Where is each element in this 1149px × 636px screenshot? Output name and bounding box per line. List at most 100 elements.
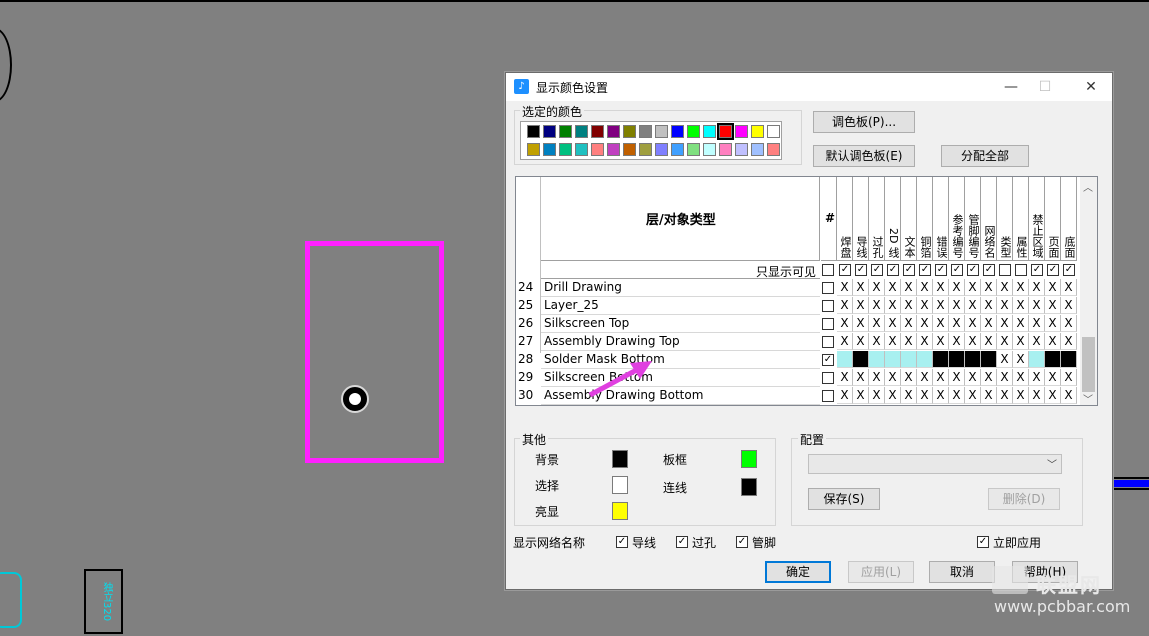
ok-button[interactable]: 确定: [765, 561, 831, 583]
color-swatch[interactable]: [671, 125, 684, 138]
color-cell[interactable]: X: [853, 315, 869, 332]
color-cell[interactable]: X: [853, 387, 869, 404]
layer-enable-checkbox[interactable]: [822, 282, 834, 294]
color-cell[interactable]: X: [1061, 369, 1077, 386]
visible-only-checkbox[interactable]: [1015, 264, 1027, 276]
minimize-icon[interactable]: —: [994, 75, 1028, 99]
column-header[interactable]: 焊盘: [837, 177, 853, 261]
visible-only-checkbox[interactable]: ✓: [919, 264, 931, 276]
color-cell[interactable]: [949, 351, 965, 368]
color-cell[interactable]: X: [1061, 333, 1077, 350]
color-cell[interactable]: X: [933, 369, 949, 386]
color-cell[interactable]: X: [1061, 387, 1077, 404]
color-swatch[interactable]: [767, 125, 780, 138]
color-cell[interactable]: X: [901, 333, 917, 350]
color-cell[interactable]: [965, 351, 981, 368]
column-header[interactable]: 过孔: [869, 177, 885, 261]
color-cell[interactable]: X: [837, 279, 853, 296]
color-cell[interactable]: [1029, 351, 1045, 368]
layer-enable-checkbox[interactable]: [822, 300, 834, 312]
color-cell[interactable]: X: [965, 279, 981, 296]
color-cell[interactable]: X: [869, 369, 885, 386]
color-swatch[interactable]: [607, 125, 620, 138]
color-swatch[interactable]: [655, 125, 668, 138]
color-swatch[interactable]: [735, 143, 748, 156]
color-cell[interactable]: X: [997, 387, 1013, 404]
color-swatch[interactable]: [767, 143, 780, 156]
selection-color-box[interactable]: [612, 476, 628, 494]
visible-only-checkbox[interactable]: [999, 264, 1011, 276]
column-header[interactable]: 参考编号: [949, 177, 965, 261]
color-cell[interactable]: X: [949, 387, 965, 404]
color-swatch[interactable]: [655, 143, 668, 156]
color-cell[interactable]: X: [1013, 369, 1029, 386]
column-header[interactable]: 文本: [901, 177, 917, 261]
color-swatch[interactable]: [717, 123, 734, 140]
color-cell[interactable]: X: [885, 279, 901, 296]
color-swatch[interactable]: [719, 143, 732, 156]
color-cell[interactable]: [837, 351, 853, 368]
column-header[interactable]: 类型: [997, 177, 1013, 261]
visible-only-checkbox[interactable]: ✓: [1063, 264, 1075, 276]
color-cell[interactable]: X: [1013, 297, 1029, 314]
color-cell[interactable]: X: [885, 387, 901, 404]
color-cell[interactable]: X: [853, 333, 869, 350]
apply-immediately-checkbox[interactable]: ✓: [977, 536, 989, 548]
apply-button[interactable]: 应用(L): [848, 561, 914, 583]
column-header[interactable]: 禁止区域: [1029, 177, 1045, 261]
dialog-titlebar[interactable]: ♪ 显示颜色设置 — ☐ ✕: [506, 73, 1112, 101]
color-swatch[interactable]: [639, 143, 652, 156]
color-cell[interactable]: X: [997, 369, 1013, 386]
connection-color-box[interactable]: [741, 478, 757, 496]
pad-circle[interactable]: [341, 385, 369, 413]
color-cell[interactable]: X: [837, 387, 853, 404]
assign-all-button[interactable]: 分配全部: [941, 145, 1029, 167]
visible-only-checkbox[interactable]: ✓: [983, 264, 995, 276]
color-swatch[interactable]: [543, 125, 556, 138]
column-header[interactable]: 铜箔: [917, 177, 933, 261]
column-header[interactable]: 错误: [933, 177, 949, 261]
color-swatch[interactable]: [703, 125, 716, 138]
color-cell[interactable]: [933, 351, 949, 368]
color-swatch[interactable]: [527, 143, 540, 156]
color-cell[interactable]: X: [1045, 369, 1061, 386]
vias-checkbox[interactable]: ✓: [676, 536, 688, 548]
color-swatch[interactable]: [591, 125, 604, 138]
color-cell[interactable]: X: [901, 369, 917, 386]
color-cell[interactable]: X: [885, 297, 901, 314]
color-cell[interactable]: X: [981, 369, 997, 386]
visible-only-checkbox[interactable]: ✓: [967, 264, 979, 276]
color-cell[interactable]: X: [869, 333, 885, 350]
column-header[interactable]: 管脚编号: [965, 177, 981, 261]
color-cell[interactable]: [869, 351, 885, 368]
color-cell[interactable]: X: [901, 315, 917, 332]
pins-checkbox[interactable]: ✓: [736, 536, 748, 548]
color-cell[interactable]: X: [965, 369, 981, 386]
layer-enable-checkbox[interactable]: [822, 372, 834, 384]
color-cell[interactable]: X: [981, 333, 997, 350]
column-header[interactable]: 页面: [1045, 177, 1061, 261]
color-swatch[interactable]: [623, 143, 636, 156]
color-cell[interactable]: X: [901, 279, 917, 296]
config-select[interactable]: ﹀: [808, 454, 1062, 474]
palette-button[interactable]: 调色板(P)...: [813, 111, 915, 133]
traces-checkbox[interactable]: ✓: [616, 536, 628, 548]
color-swatch[interactable]: [527, 125, 540, 138]
column-header[interactable]: 属性: [1013, 177, 1029, 261]
color-cell[interactable]: X: [997, 297, 1013, 314]
color-cell[interactable]: X: [933, 315, 949, 332]
color-cell[interactable]: X: [917, 369, 933, 386]
highlight-color-box[interactable]: [612, 502, 628, 520]
layer-enable-checkbox[interactable]: ✓: [822, 354, 834, 366]
color-swatch[interactable]: [591, 143, 604, 156]
color-cell[interactable]: X: [981, 387, 997, 404]
grid-scrollbar[interactable]: ︿ ﹀: [1080, 177, 1097, 405]
color-cell[interactable]: X: [917, 297, 933, 314]
visible-only-checkbox[interactable]: ✓: [887, 264, 899, 276]
color-cell[interactable]: X: [885, 333, 901, 350]
color-cell[interactable]: X: [965, 333, 981, 350]
color-cell[interactable]: X: [997, 351, 1013, 368]
color-cell[interactable]: X: [1029, 369, 1045, 386]
color-cell[interactable]: X: [949, 333, 965, 350]
color-cell[interactable]: X: [1013, 387, 1029, 404]
